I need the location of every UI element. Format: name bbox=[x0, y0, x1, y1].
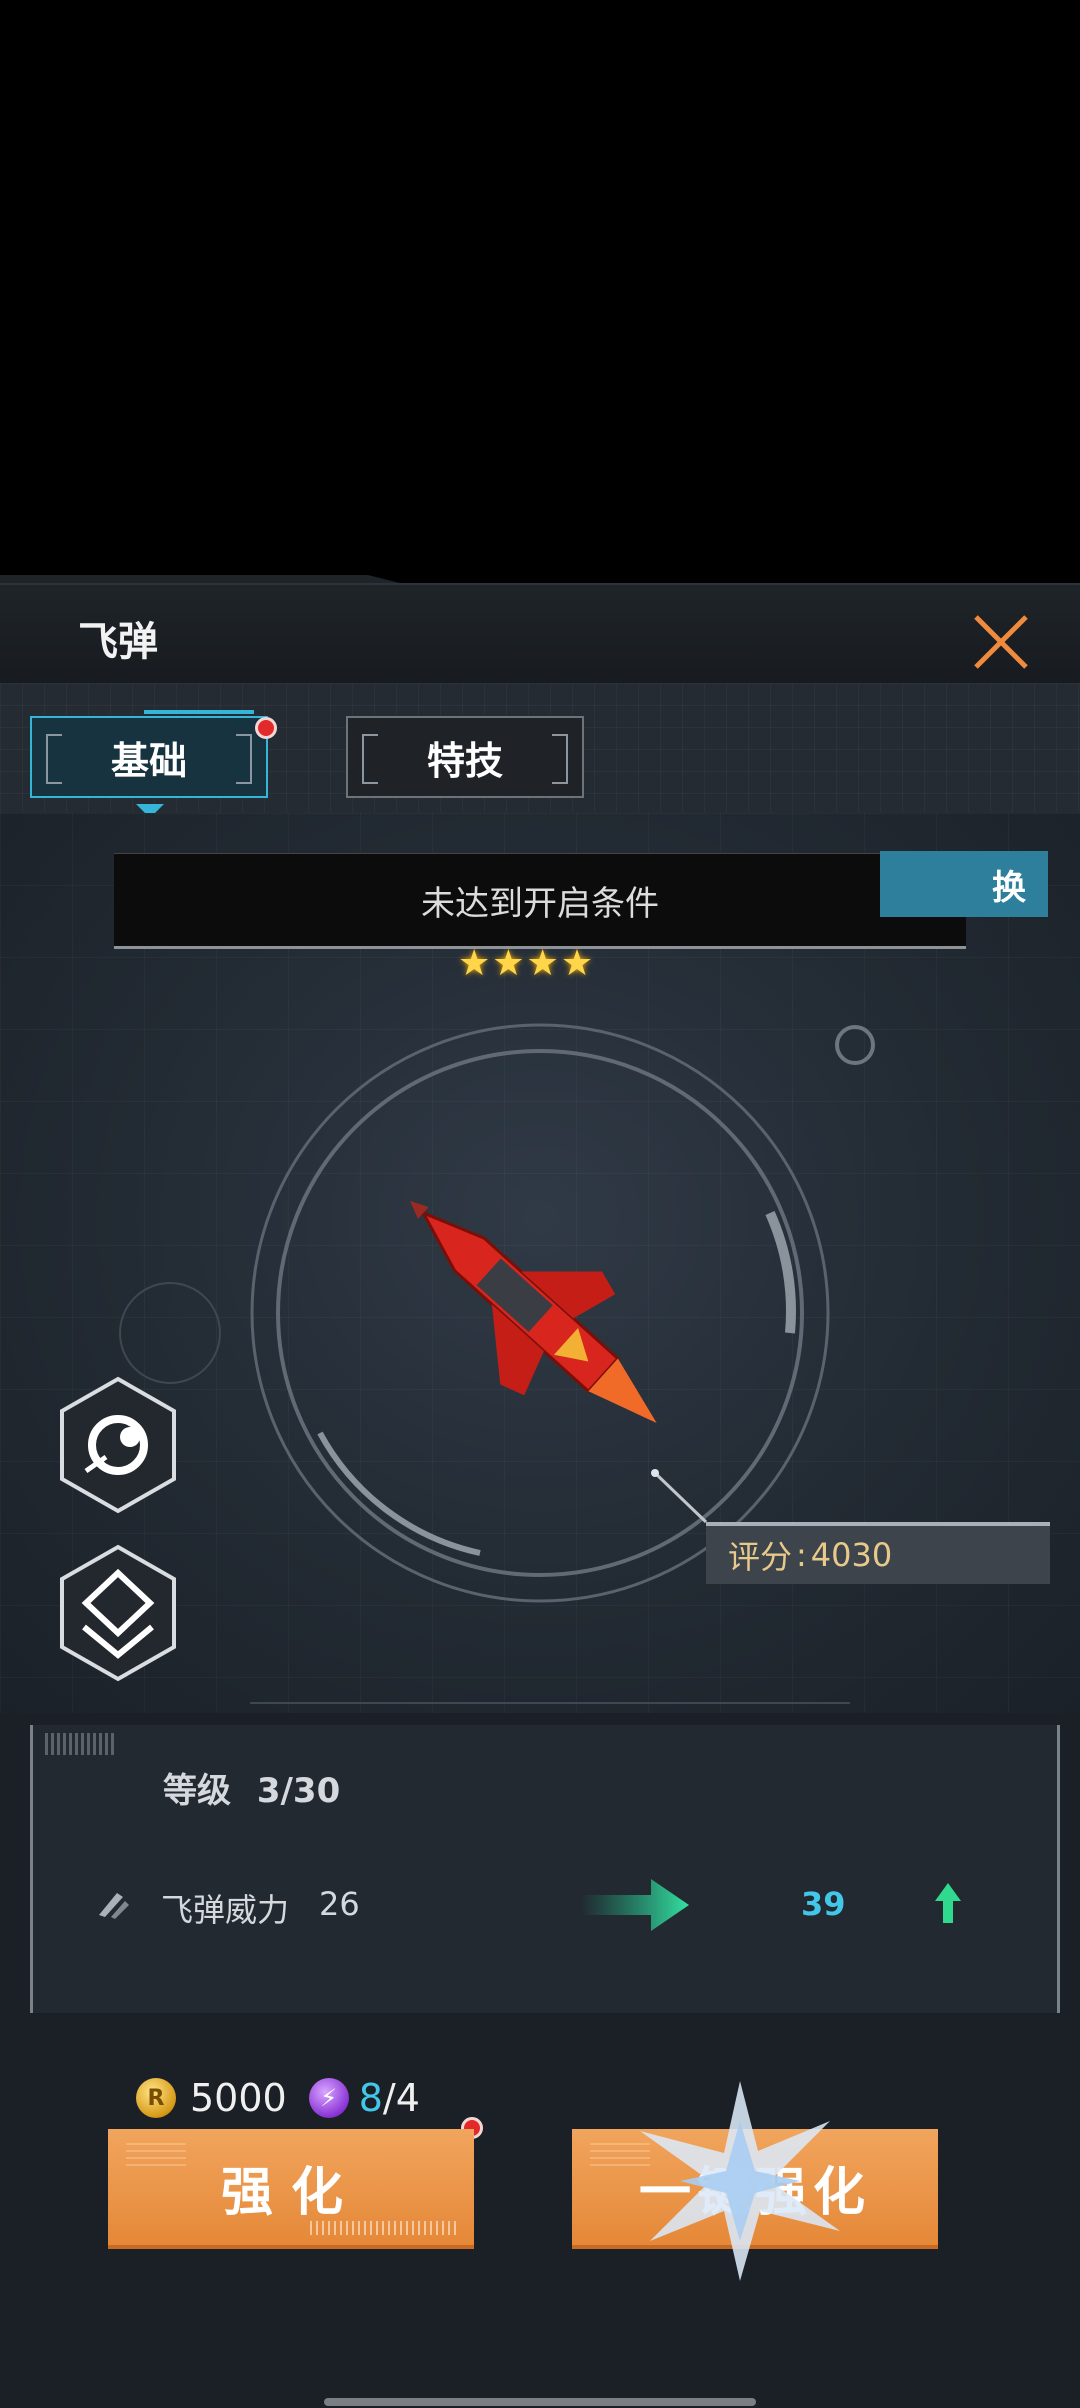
tab-bracket-right bbox=[236, 734, 252, 784]
power-current: 26 bbox=[319, 1885, 360, 1923]
weapon-panel: 飞弹 基础 特技 未达到开启条件 换 ★★★★ 评分: 4030 等级 3/3… bbox=[0, 575, 1080, 2408]
missile-model bbox=[409, 1200, 657, 1424]
strengthen-button[interactable]: 强化 bbox=[108, 2129, 474, 2249]
tab-skill-label: 特技 bbox=[426, 738, 503, 783]
panel-header: 飞弹 bbox=[0, 583, 1080, 685]
button-deco bbox=[126, 2143, 186, 2167]
home-indicator[interactable] bbox=[324, 2398, 756, 2406]
level-value: 3/30 bbox=[256, 1771, 341, 1811]
arrow-right-icon bbox=[581, 1879, 689, 1931]
power-next: 39 bbox=[801, 1885, 846, 1923]
energy-icon: ⚡ bbox=[308, 2078, 349, 2118]
rank-chevron-icon[interactable] bbox=[56, 1543, 180, 1683]
panel-title: 飞弹 bbox=[78, 619, 158, 665]
tab-bracket-right bbox=[552, 734, 568, 784]
tab-active-bar bbox=[144, 710, 254, 714]
tab-bracket-left bbox=[362, 734, 378, 784]
stats-deco bbox=[45, 1733, 115, 1755]
level-label: 等级 bbox=[163, 1771, 231, 1811]
button-wave bbox=[310, 2221, 460, 2235]
tab-basic[interactable]: 基础 bbox=[30, 710, 268, 818]
cost-row: R 5000 ⚡ 8 /4 bbox=[136, 2073, 420, 2123]
energy-required: /4 bbox=[382, 2076, 420, 2120]
missile-small-icon bbox=[99, 1893, 129, 1919]
locked-banner: 未达到开启条件 bbox=[114, 853, 966, 949]
tab-basic-label: 基础 bbox=[110, 738, 187, 783]
tab-badge-dot bbox=[255, 717, 277, 739]
coin-icon: R bbox=[136, 2078, 176, 2118]
arrow-up-icon bbox=[935, 1883, 961, 1923]
weapon-stage: 未达到开启条件 换 ★★★★ 评分 : 4030 bbox=[0, 813, 1080, 1713]
tab-bar: 基础 特技 bbox=[0, 683, 1080, 818]
close-icon[interactable] bbox=[966, 607, 1036, 677]
level-row: 等级 3/30 bbox=[163, 1763, 340, 1812]
coin-amount: 5000 bbox=[190, 2076, 287, 2120]
tab-bracket-left bbox=[46, 734, 62, 784]
swap-button[interactable]: 换 bbox=[880, 851, 1048, 917]
skill-swirl-icon[interactable] bbox=[56, 1375, 180, 1515]
strengthen-label: 强化 bbox=[220, 2162, 361, 2223]
score-separator: : bbox=[796, 1536, 807, 1574]
tab-skill[interactable]: 特技 bbox=[346, 716, 584, 798]
power-label: 飞弹威力 bbox=[161, 1891, 290, 1929]
energy-current: 8 bbox=[358, 2076, 383, 2120]
star-rating: ★★★★ bbox=[458, 943, 596, 984]
power-row: 飞弹威力 26 39 bbox=[33, 1875, 1057, 1935]
score-box: 评分 : 4030 bbox=[706, 1522, 1050, 1584]
stats-panel: 等级 3/30 飞弹威力 26 39 bbox=[30, 1725, 1060, 2013]
score-value: 4030 bbox=[810, 1536, 893, 1574]
score-label: 评分 bbox=[728, 1538, 793, 1576]
header-notch bbox=[0, 575, 400, 583]
crystal-burst-icon bbox=[640, 2081, 840, 2281]
